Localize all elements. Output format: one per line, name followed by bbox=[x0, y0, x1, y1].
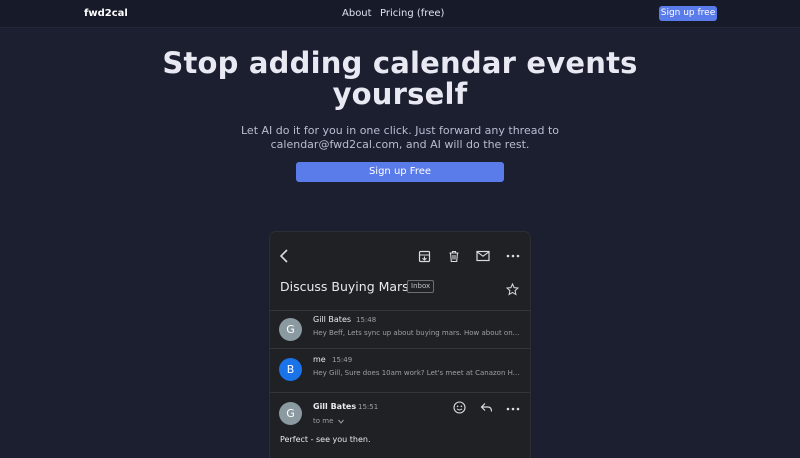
message-snippet: Hey Beff, Lets sync up about buying mars… bbox=[313, 329, 520, 337]
email-message[interactable]: B me 15:49 Hey Gill, Sure does 10am work… bbox=[270, 348, 530, 392]
back-arrow-icon[interactable] bbox=[278, 249, 290, 263]
hero-signup-button[interactable]: Sign up Free bbox=[296, 162, 504, 182]
message-time: 15:49 bbox=[332, 356, 353, 364]
brand-logo[interactable]: fwd2cal bbox=[84, 8, 128, 19]
nav-link-about[interactable]: About bbox=[342, 8, 372, 19]
sender-name: me bbox=[313, 355, 326, 364]
sender-avatar: B bbox=[279, 358, 302, 381]
archive-icon[interactable] bbox=[418, 250, 431, 263]
recipient-label[interactable]: to me bbox=[313, 417, 333, 425]
sender-name: Gill Bates bbox=[313, 315, 352, 324]
email-message-expanded: G Gill Bates 15:51 to me Perfect - see y… bbox=[270, 392, 530, 458]
sender-name: Gill Bates bbox=[313, 402, 357, 411]
message-body: Perfect - see you then. bbox=[280, 435, 371, 444]
more-icon[interactable] bbox=[506, 254, 520, 258]
mark-unread-icon[interactable] bbox=[476, 250, 490, 262]
message-time: 15:48 bbox=[356, 316, 377, 324]
email-message[interactable]: G Gill Bates 15:48 Hey Beff, Lets sync u… bbox=[270, 310, 530, 348]
hero-subtitle: Let AI do it for you in one click. Just … bbox=[241, 124, 559, 151]
top-nav: fwd2cal About Pricing (free) Sign up fre… bbox=[0, 0, 800, 28]
more-icon[interactable] bbox=[506, 407, 520, 411]
emoji-reaction-icon[interactable] bbox=[453, 401, 466, 414]
email-preview: Discuss Buying Mars Inbox G Gill Bates 1… bbox=[270, 232, 530, 458]
inbox-label-badge[interactable]: Inbox bbox=[407, 280, 435, 293]
sender-avatar: G bbox=[279, 318, 302, 341]
trash-icon[interactable] bbox=[448, 250, 460, 263]
reply-icon[interactable] bbox=[480, 402, 493, 413]
email-subject: Discuss Buying Mars bbox=[280, 279, 409, 294]
star-icon[interactable] bbox=[506, 283, 519, 296]
hero-title: Stop adding calendar events yourself bbox=[162, 46, 638, 111]
nav-link-pricing[interactable]: Pricing (free) bbox=[380, 8, 444, 19]
chevron-down-icon[interactable] bbox=[338, 419, 344, 424]
message-time: 15:51 bbox=[358, 403, 379, 411]
sender-avatar: G bbox=[279, 402, 302, 425]
message-snippet: Hey Gill, Sure does 10am work? Let's mee… bbox=[313, 369, 520, 377]
nav-signup-button[interactable]: Sign up free bbox=[659, 6, 717, 21]
